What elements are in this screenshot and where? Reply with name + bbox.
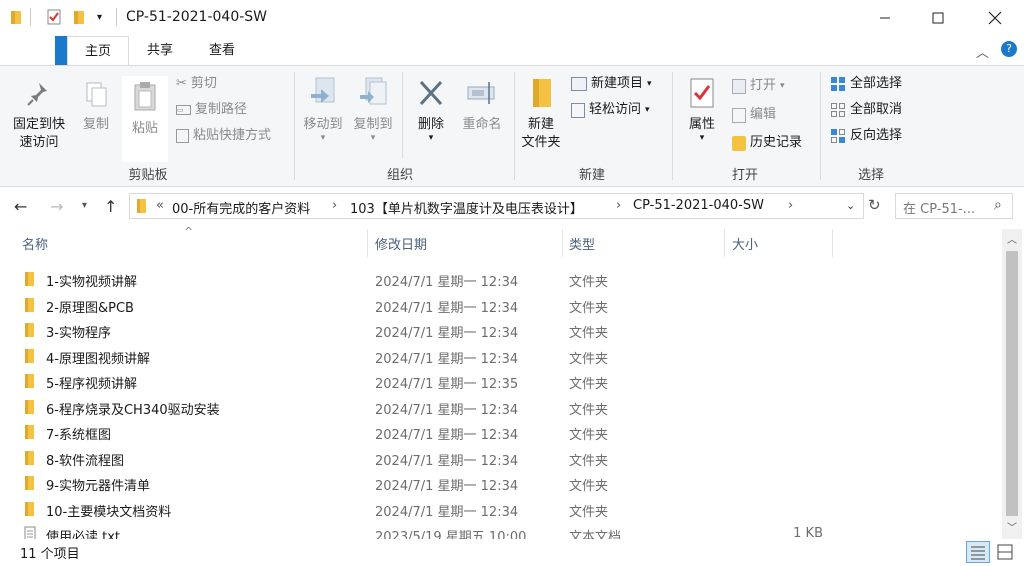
folder-icon bbox=[24, 399, 36, 419]
file-row[interactable]: 6-程序烧录及CH340驱动安装 2024/7/1 星期一 12:34 文件夹 bbox=[18, 395, 983, 421]
status-bar: 11 个项目 bbox=[0, 539, 1024, 566]
file-row[interactable]: 9-实物元器件清单 2024/7/1 星期一 12:34 文件夹 bbox=[18, 471, 983, 497]
explorer-window: ▾ CP-51-2021-040-SW 主页 共享 查看 ︿ ? 固定到快 速访… bbox=[0, 0, 1024, 566]
file-list: 1-实物视频讲解 2024/7/1 星期一 12:34 文件夹 2-原理图&PCB 20… bbox=[0, 0, 1000, 539]
folder-icon bbox=[24, 424, 36, 444]
file-type: 文件夹 bbox=[569, 351, 609, 367]
file-name: 6-程序烧录及CH340驱动安装 bbox=[46, 402, 220, 418]
file-name: 4-原理图视频讲解 bbox=[46, 351, 150, 367]
file-modified: 2024/7/1 星期一 12:34 bbox=[375, 479, 519, 494]
file-row[interactable]: 3-实物程序 2024/7/1 星期一 12:34 文件夹 bbox=[18, 318, 983, 344]
file-modified: 2024/7/1 星期一 12:34 bbox=[375, 402, 519, 418]
file-type: 文本文档 bbox=[569, 530, 622, 539]
file-row[interactable]: 4-原理图视频讲解 2024/7/1 星期一 12:34 文件夹 bbox=[18, 344, 983, 370]
scroll-down-icon[interactable]: ﹀ bbox=[1007, 519, 1017, 534]
folder-icon bbox=[24, 475, 36, 495]
file-row[interactable]: 1-实物视频讲解 2024/7/1 星期一 12:34 文件夹 bbox=[18, 267, 983, 293]
file-type: 文件夹 bbox=[569, 275, 609, 290]
file-row[interactable]: 5-程序视频讲解 2024/7/1 星期一 12:35 文件夹 bbox=[18, 369, 983, 395]
file-row[interactable]: 使用必读.txt 2023/5/19 星期五 10:00 文本文档 1 KB bbox=[18, 522, 983, 539]
folder-icon bbox=[24, 373, 36, 393]
file-type: 文件夹 bbox=[569, 402, 609, 418]
file-type: 文件夹 bbox=[569, 300, 609, 316]
file-row[interactable]: 2-原理图&PCB 2024/7/1 星期一 12:34 文件夹 bbox=[18, 293, 983, 319]
help-icon[interactable]: ? bbox=[1001, 41, 1017, 57]
folder-icon bbox=[24, 297, 36, 317]
file-name: 5-程序视频讲解 bbox=[46, 377, 137, 392]
file-modified: 2024/7/1 星期一 12:34 bbox=[375, 326, 519, 341]
file-type: 文件夹 bbox=[569, 326, 609, 341]
file-row[interactable]: 10-主要模块文档资料 2024/7/1 星期一 12:34 文件夹 bbox=[18, 497, 983, 523]
text-file-icon bbox=[24, 526, 36, 539]
file-modified: 2024/7/1 星期一 12:35 bbox=[375, 377, 519, 392]
folder-icon bbox=[24, 322, 36, 342]
file-row[interactable]: 8-软件流程图 2024/7/1 星期一 12:34 文件夹 bbox=[18, 446, 983, 472]
file-size: 1 KB bbox=[793, 526, 823, 539]
large-icons-view-icon[interactable] bbox=[996, 543, 1014, 561]
file-modified: 2024/7/1 星期一 12:34 bbox=[375, 300, 519, 316]
file-name: 2-原理图&PCB bbox=[46, 300, 134, 316]
file-modified: 2024/7/1 星期一 12:34 bbox=[375, 351, 519, 367]
file-modified: 2024/7/1 星期一 12:34 bbox=[375, 275, 519, 290]
file-name: 10-主要模块文档资料 bbox=[46, 504, 172, 520]
folder-icon bbox=[24, 271, 36, 291]
file-type: 文件夹 bbox=[569, 377, 609, 392]
item-count: 11 个项目 bbox=[20, 547, 80, 562]
file-modified: 2024/7/1 星期一 12:34 bbox=[375, 428, 519, 443]
file-modified: 2024/7/1 星期一 12:34 bbox=[375, 453, 519, 469]
file-type: 文件夹 bbox=[569, 428, 609, 443]
file-modified: 2024/7/1 星期一 12:34 bbox=[375, 504, 519, 520]
file-modified: 2023/5/19 星期五 10:00 bbox=[375, 530, 527, 539]
file-name: 7-系统框图 bbox=[46, 428, 111, 443]
file-name: 1-实物视频讲解 bbox=[46, 275, 137, 290]
details-view-icon[interactable] bbox=[966, 541, 990, 563]
file-name: 9-实物元器件清单 bbox=[46, 479, 150, 494]
folder-icon bbox=[24, 348, 36, 368]
scroll-up-icon[interactable]: ︿ bbox=[1007, 231, 1017, 246]
file-type: 文件夹 bbox=[569, 479, 609, 494]
file-name: 使用必读.txt bbox=[46, 530, 121, 539]
scrollbar-thumb[interactable] bbox=[1006, 251, 1018, 516]
file-row[interactable]: 7-系统框图 2024/7/1 星期一 12:34 文件夹 bbox=[18, 420, 983, 446]
folder-icon bbox=[24, 450, 36, 470]
file-name: 3-实物程序 bbox=[46, 326, 111, 341]
file-type: 文件夹 bbox=[569, 504, 609, 520]
file-type: 文件夹 bbox=[569, 453, 609, 469]
folder-icon bbox=[24, 501, 36, 521]
file-name: 8-软件流程图 bbox=[46, 453, 124, 469]
vertical-scrollbar[interactable]: ︿ ﹀ bbox=[1002, 229, 1022, 539]
